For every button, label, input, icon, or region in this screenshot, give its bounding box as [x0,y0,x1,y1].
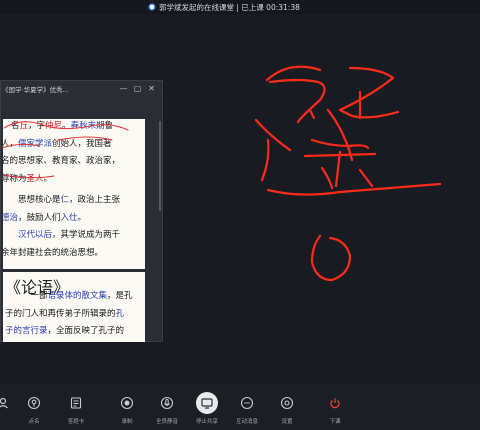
ink-stroke [334,150,342,188]
ink-stroke [254,118,292,152]
power-icon [324,392,346,414]
ink-stroke [260,138,270,182]
person-icon [0,392,14,414]
settings-tool-label: 设置 [281,419,293,425]
ink-stroke [320,166,334,190]
ink-stroke [265,65,322,82]
end-class-tool-label: 下课 [329,419,341,425]
roll-call-tool[interactable]: 点名 [19,392,49,425]
card-icon [65,392,87,414]
ink-stroke [268,78,326,124]
ink-stroke [3,121,129,131]
record-tool-label: 录制 [121,419,133,425]
answer-card-tool[interactable]: 答题卡 [61,392,91,425]
chat-icon [236,392,258,414]
record-icon [116,392,138,414]
gear-icon [276,392,298,414]
roll-call-tool-label: 点名 [28,419,40,425]
mute-all-tool[interactable]: 全员静音 [152,392,182,425]
record-tool[interactable]: 录制 [112,392,142,425]
answer-card-tool-label: 答题卡 [67,419,85,425]
pen-annotations [1,65,442,282]
ink-stroke [310,138,370,150]
ink-stroke [310,234,352,282]
screen-icon [196,392,218,414]
stop-share-tool[interactable]: 停止共享 [192,392,222,425]
ink-stroke [266,182,442,196]
ink-stroke [308,108,316,120]
interactive-msg-tool-label: 互动消息 [235,419,258,425]
pin-icon [23,392,45,414]
settings-tool[interactable]: 设置 [272,392,302,425]
member-tool[interactable] [0,392,18,417]
ink-stroke [57,136,113,141]
bottom-toolbar: 点名 答题卡 录制 全员静音 停止共享 互动消息 设置 下课 [0,384,480,430]
interactive-msg-tool[interactable]: 互动消息 [232,392,262,425]
mute-all-tool-label: 全员静音 [155,419,178,425]
ink-stroke [1,143,41,149]
ink-stroke [358,168,374,188]
end-class-tool[interactable]: 下课 [320,392,350,425]
ink-stroke [3,174,55,179]
ink-stroke [338,66,400,119]
mute-icon [156,392,178,414]
stop-share-tool-label: 停止共享 [195,419,218,425]
